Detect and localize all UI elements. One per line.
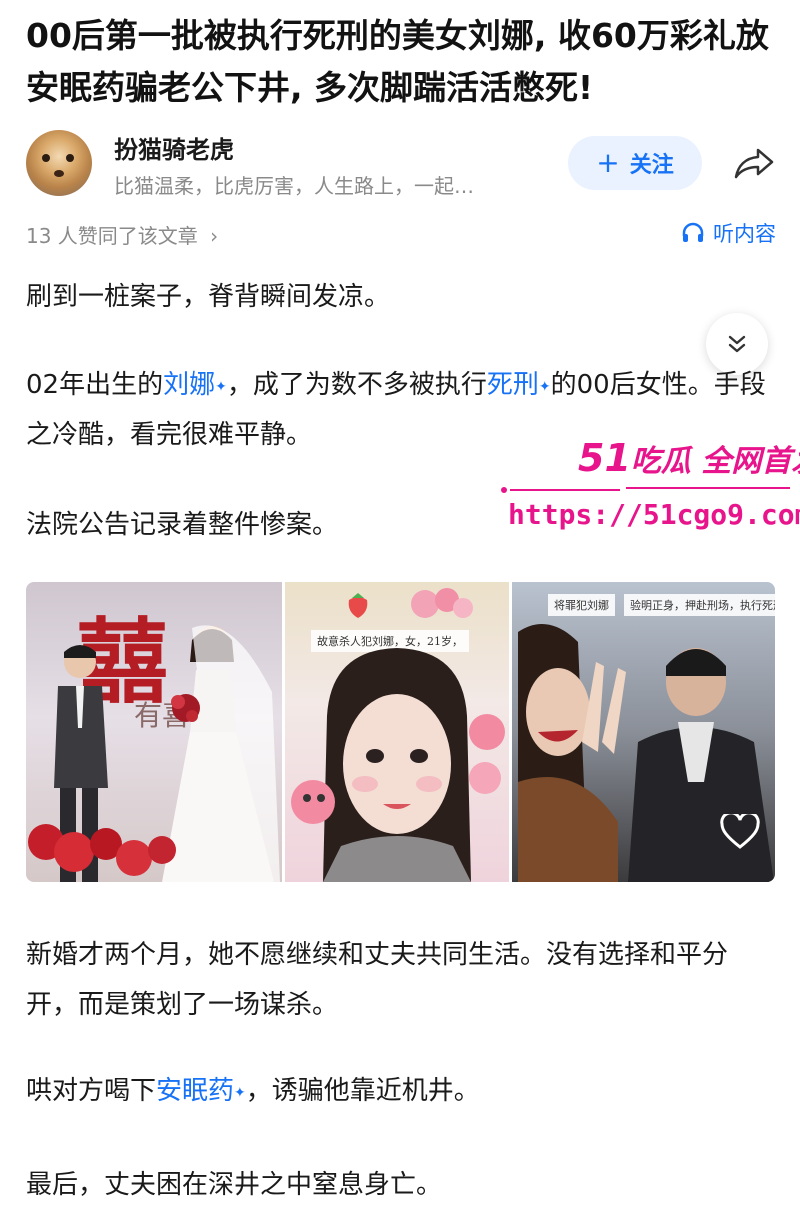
link-sleeping-pills[interactable]: 安眠药✦ (156, 1076, 246, 1106)
sup-mark: ✦ (215, 379, 227, 395)
strawberry-sticker (348, 593, 368, 618)
pink-flower-sticker (411, 588, 473, 618)
double-chevron-down-icon (728, 335, 746, 353)
author-bio: 比猫温柔，比虎厉害，人生路上，一起… (114, 174, 474, 198)
wedding-photo: 囍 有喜 (26, 582, 282, 882)
link-liuna[interactable]: 刘娜✦ (163, 370, 227, 400)
watermark-brand-num: 51 (578, 436, 631, 480)
sup-mark: ✦ (538, 379, 551, 395)
bride-figure (162, 625, 280, 882)
likes-count-label: 13 人赞同了该文章 (26, 224, 198, 248)
chevron-right-icon: › (210, 224, 219, 248)
paragraph-5-text-b: ，诱骗他靠近机井。 (245, 1076, 480, 1106)
watermark-bar (501, 487, 790, 493)
link-death-penalty[interactable]: 死刑✦ (487, 370, 551, 400)
watermark-brand-text: 吃瓜 全网首发 (630, 444, 800, 479)
author-row: 扮猫骑老虎 比猫温柔，比虎厉害，人生路上，一起… + 关注 (26, 128, 786, 198)
avatar[interactable] (26, 130, 92, 196)
paragraph-2-text-b: ，成了为数不多被执行 (226, 370, 487, 400)
share-icon[interactable] (732, 144, 776, 182)
article-title: 00后第一批被执行死刑的美女刘娜, 收60万彩礼放安眠药骗老公下井, 多次脚踹活… (26, 16, 769, 107)
listen-label: 听内容 (713, 222, 776, 246)
likes-row: 13 人赞同了该文章 › 听内容 (26, 216, 776, 252)
pink-sticker-bottom (291, 780, 335, 824)
paragraph-3: 法院公告记录着整件惨案。 (26, 510, 339, 540)
car-photo: 将罪犯刘娜 验明正身，押赴刑场，执行死刑。 (512, 582, 775, 882)
paragraph-4: 新婚才两个月，她不愿继续和丈夫共同生活。没有选择和平分开，而是策划了一场谋杀。 (26, 940, 729, 1020)
paragraph-5: 哄对方喝下安眠药✦，诱骗他靠近机井。 (26, 1066, 766, 1116)
link-liuna-text: 刘娜 (163, 370, 216, 400)
girl-face (323, 648, 471, 882)
image-strip[interactable]: 囍 有喜 故意杀人犯刘娜，女，21岁， 将罪犯刘娜 验明正身，押赴刑场，执行死 (26, 582, 775, 882)
sup-mark: ✦ (234, 1085, 246, 1101)
paragraph-6: 最后，丈夫困在深井之中窒息身亡。 (26, 1170, 443, 1200)
watermark-brand: 51吃瓜 全网首发 (578, 436, 800, 480)
plus-icon: + (596, 146, 620, 179)
link-death-penalty-text: 死刑 (486, 370, 539, 400)
paragraph-1: 刷到一桩案子，脊背瞬间发凉。 (26, 282, 391, 312)
heart-icon[interactable] (720, 814, 760, 850)
paragraph-5-text-a: 哄对方喝下 (26, 1076, 157, 1106)
follow-label: 关注 (629, 153, 674, 178)
pink-sticker-right (469, 714, 505, 794)
author-name[interactable]: 扮猫骑老虎 (114, 130, 234, 165)
flowers-decoration (28, 824, 176, 876)
listen-button[interactable]: 听内容 (681, 218, 776, 248)
link-sleeping-pills-text: 安眠药 (156, 1076, 235, 1106)
follow-button[interactable]: + 关注 (568, 136, 702, 190)
likes-text[interactable]: 13 人赞同了该文章 › (26, 220, 218, 249)
selfie-photo: 故意杀人犯刘娜，女，21岁， (285, 582, 509, 882)
paragraph-2-text-a: 02年出生的 (26, 370, 164, 400)
headphones-icon (682, 222, 704, 242)
